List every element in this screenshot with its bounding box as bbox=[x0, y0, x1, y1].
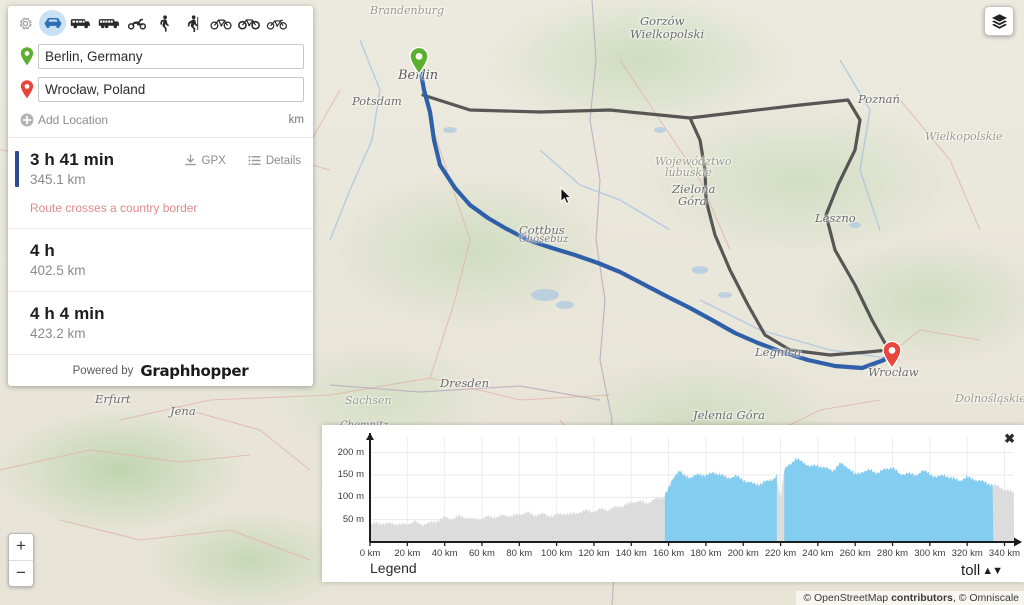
hike-icon bbox=[187, 15, 199, 32]
end-marker-icon bbox=[16, 80, 38, 99]
profile-racing-bike[interactable] bbox=[263, 10, 290, 36]
profile-mountain-bike[interactable] bbox=[235, 10, 262, 36]
download-icon bbox=[184, 154, 197, 167]
distance-unit-label: km bbox=[289, 114, 304, 126]
foot-icon bbox=[159, 15, 170, 32]
powered-by-label: Powered by bbox=[73, 365, 134, 377]
y-axis-tick-label: 150 m bbox=[322, 469, 364, 480]
route-details-button[interactable]: Details bbox=[248, 154, 301, 167]
settings-button[interactable] bbox=[12, 16, 38, 31]
elevation-chart[interactable]: 50 m100 m150 m200 m 0 km20 km40 km60 km8… bbox=[322, 425, 1024, 582]
route-distance: 423.2 km bbox=[30, 326, 299, 341]
x-axis-tick-label: 340 km bbox=[982, 548, 1024, 559]
start-pin-green[interactable] bbox=[409, 47, 429, 75]
attribution-suffix: , © Omniscale bbox=[953, 592, 1019, 604]
graphhopper-maps-app: BerlinPotsdamBrandenburgCottbusChóśebuzD… bbox=[0, 0, 1024, 605]
legend-label[interactable]: Legend bbox=[370, 560, 417, 576]
route-distance: 345.1 km bbox=[30, 172, 299, 187]
racing-bike-icon bbox=[266, 16, 288, 30]
plus-circle-icon bbox=[16, 113, 38, 127]
zoom-out-button[interactable]: − bbox=[9, 560, 33, 586]
gpx-download-button[interactable]: GPX bbox=[184, 154, 226, 167]
y-axis-tick-label: 100 m bbox=[322, 491, 364, 502]
layers-button[interactable] bbox=[984, 6, 1014, 36]
add-location-row[interactable]: Add Location km bbox=[8, 106, 313, 134]
end-pin-red[interactable] bbox=[882, 341, 902, 369]
map-attribution[interactable]: © OpenStreetMap contributors, © Omniscal… bbox=[796, 591, 1024, 605]
mtb-icon bbox=[238, 16, 260, 30]
scooter-icon bbox=[127, 16, 147, 30]
toll-selector[interactable]: toll ▲▼ bbox=[961, 562, 1002, 579]
route-option[interactable]: 4 h 402.5 km bbox=[8, 228, 313, 291]
route-duration: 4 h bbox=[30, 241, 299, 261]
y-axis-tick-label: 200 m bbox=[322, 447, 364, 458]
start-location-row bbox=[8, 40, 313, 73]
end-location-row bbox=[8, 73, 313, 106]
route-planner-panel: Add Location km 3 h 41 min345.1 kmRoute … bbox=[8, 6, 313, 386]
profile-car[interactable] bbox=[39, 10, 66, 36]
profile-scooter[interactable] bbox=[123, 10, 150, 36]
truck-icon bbox=[98, 16, 120, 30]
add-location-label[interactable]: Add Location bbox=[38, 113, 289, 127]
alternate-route-path bbox=[423, 95, 888, 355]
toll-label: toll bbox=[961, 562, 980, 579]
route-duration: 4 h 4 min bbox=[30, 304, 299, 324]
route-distance: 402.5 km bbox=[30, 263, 299, 278]
profile-small-truck[interactable] bbox=[67, 10, 94, 36]
gear-icon bbox=[18, 16, 33, 31]
route-option[interactable]: 4 h 4 min 423.2 km bbox=[8, 291, 313, 354]
active-route-path bbox=[419, 62, 890, 368]
zoom-control[interactable]: + − bbox=[8, 533, 34, 587]
list-icon bbox=[248, 154, 261, 167]
profile-bike[interactable] bbox=[207, 10, 234, 36]
powered-by-footer: Powered by Graphhopper bbox=[8, 354, 313, 386]
attribution-prefix: © OpenStreetMap bbox=[803, 592, 891, 604]
profile-hike[interactable] bbox=[179, 10, 206, 36]
small-truck-icon bbox=[70, 16, 91, 30]
graphhopper-logo[interactable]: Graphhopper bbox=[140, 362, 248, 380]
zoom-in-button[interactable]: + bbox=[9, 534, 33, 560]
route-warning-note: Route crosses a country border bbox=[30, 201, 299, 215]
route-option[interactable]: 3 h 41 min345.1 kmRoute crosses a countr… bbox=[8, 138, 313, 228]
gpx-label: GPX bbox=[202, 155, 226, 167]
selected-route-indicator bbox=[15, 151, 19, 187]
route-results-list: 3 h 41 min345.1 kmRoute crosses a countr… bbox=[8, 137, 313, 354]
start-input[interactable] bbox=[38, 44, 304, 69]
details-label: Details bbox=[266, 155, 301, 167]
attribution-contributors-link[interactable]: contributors bbox=[891, 592, 953, 604]
route-actions: GPX Details bbox=[184, 154, 301, 167]
profile-truck[interactable] bbox=[95, 10, 122, 36]
layers-icon bbox=[991, 13, 1008, 30]
elevation-profile-panel: ✖ 50 m100 m150 m200 m 0 km20 km40 km60 k… bbox=[322, 425, 1024, 582]
bike-icon bbox=[210, 16, 232, 30]
sort-arrows-icon[interactable]: ▲▼ bbox=[982, 565, 1002, 577]
end-input[interactable] bbox=[38, 77, 304, 102]
y-axis-tick-label: 50 m bbox=[322, 514, 364, 525]
profile-foot[interactable] bbox=[151, 10, 178, 36]
start-marker-icon bbox=[16, 47, 38, 66]
car-icon bbox=[43, 16, 63, 30]
profile-selector-bar bbox=[8, 6, 313, 40]
